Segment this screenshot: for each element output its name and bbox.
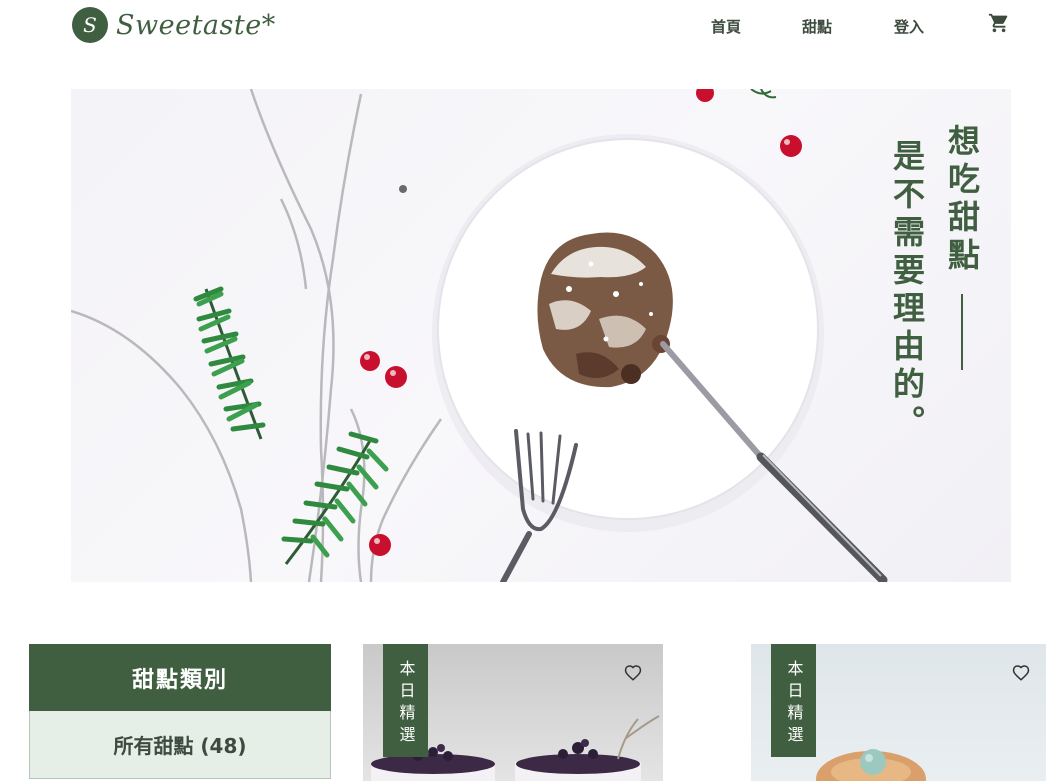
category-title: 甜點類別 — [29, 644, 331, 711]
logo-badge: S — [72, 7, 108, 43]
heart-icon[interactable] — [1012, 664, 1030, 682]
slogan-line-1: 想吃甜點 — [943, 124, 981, 276]
site-header: S Sweetaste* 首頁 甜點 登入 — [0, 0, 1046, 55]
product-card[interactable]: 本日精選 — [751, 644, 1046, 781]
pine-sprig-1 — [193, 286, 266, 440]
nav-home[interactable]: 首頁 — [711, 16, 741, 37]
category-all[interactable]: 所有甜點 (48) — [29, 711, 331, 779]
product-card[interactable]: 本日精選 — [363, 644, 663, 781]
heart-icon[interactable] — [624, 664, 642, 682]
cart-icon[interactable] — [988, 12, 1010, 34]
nav-login[interactable]: 登入 — [894, 16, 924, 37]
logo[interactable]: S Sweetaste* — [72, 7, 276, 43]
branches — [71, 89, 443, 582]
hero-banner: 想吃甜點 是不需要理由的。 — [71, 89, 1011, 582]
slogan-line-2: 是不需要理由的。 — [888, 139, 926, 443]
slogan-divider — [961, 294, 963, 370]
hero-illustration — [71, 89, 888, 582]
brand-name: Sweetaste* — [116, 9, 276, 41]
featured-badge: 本日精選 — [383, 644, 428, 757]
category-sidebar: 甜點類別 所有甜點 (48) — [29, 644, 331, 779]
nav-desserts[interactable]: 甜點 — [802, 16, 832, 37]
featured-badge: 本日精選 — [771, 644, 816, 757]
